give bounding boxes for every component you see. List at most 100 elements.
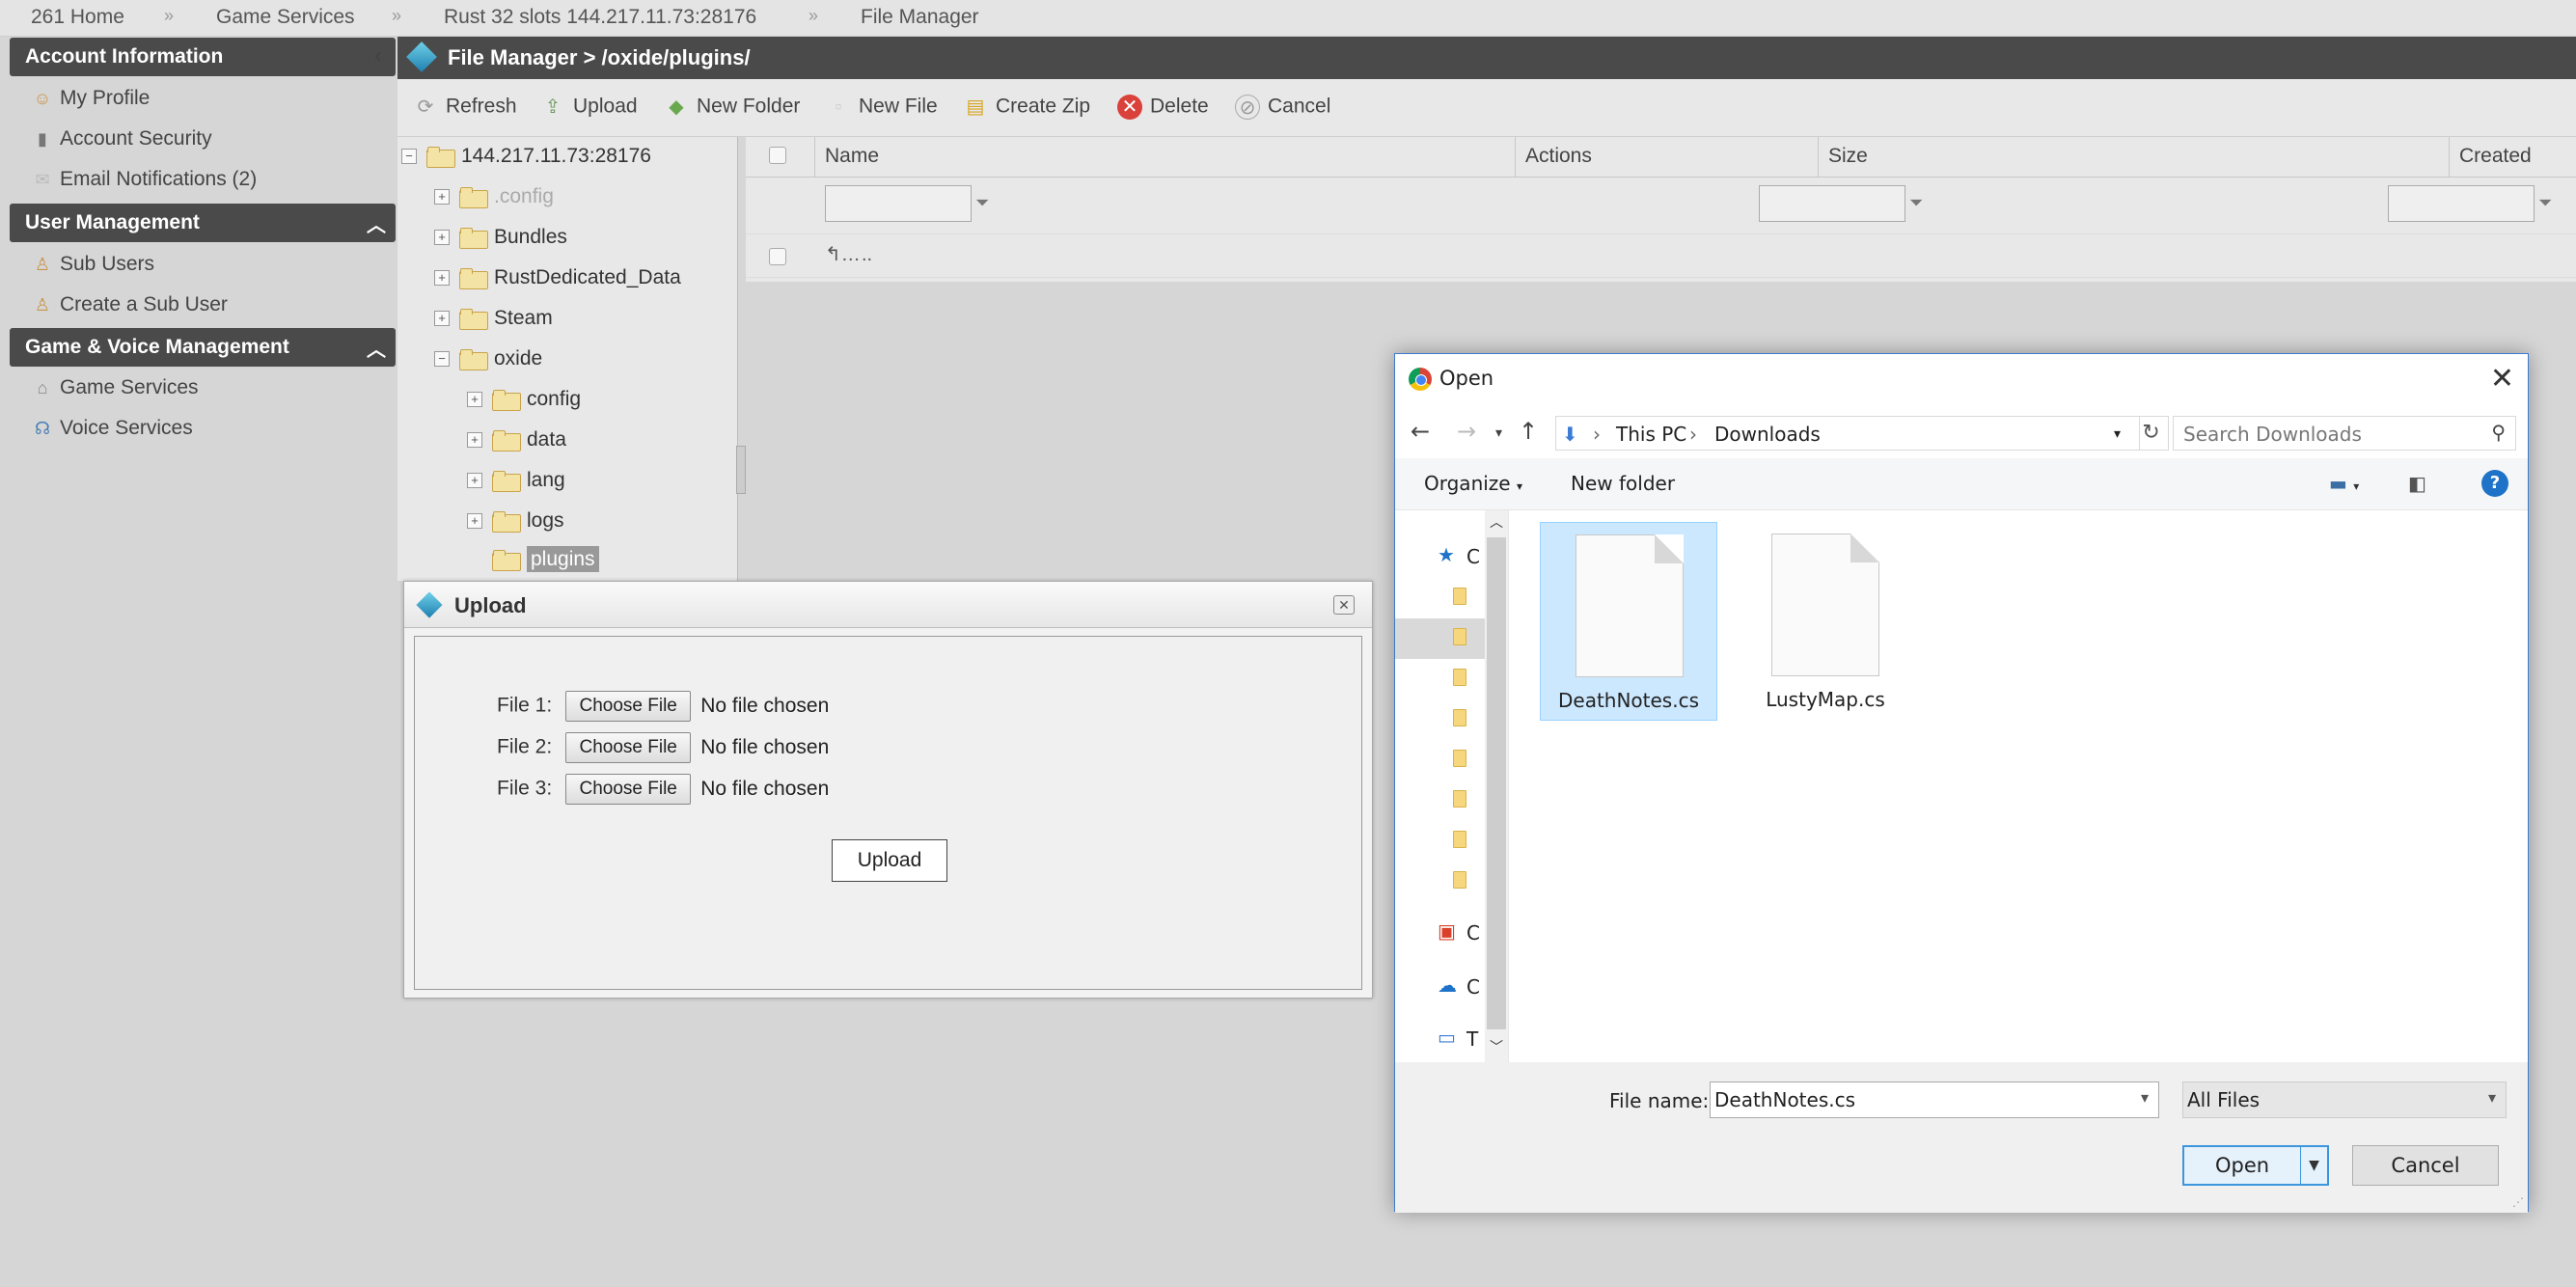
filter-icon[interactable]: ⏷	[975, 193, 989, 213]
star-icon[interactable]: ★	[1438, 543, 1455, 566]
expand-icon[interactable]: +	[434, 230, 450, 246]
nav-item-label[interactable]: C	[1466, 921, 1480, 945]
upload-dialog-header[interactable]: Upload ✕	[404, 582, 1372, 628]
expand-icon[interactable]: +	[434, 189, 450, 205]
nav-scrollbar[interactable]: ︿ ﹀	[1485, 510, 1508, 1062]
sidebar-item-sub-users[interactable]: ♙ Sub Users	[31, 253, 154, 276]
tree-node-root[interactable]: − 144.217.11.73:28176	[401, 145, 651, 169]
path-segment[interactable]: This PC	[1616, 423, 1686, 446]
close-icon[interactable]: ✕	[1333, 595, 1355, 615]
forward-arrow-icon[interactable]: →	[1457, 418, 1476, 445]
tree-node-oxide-plugins[interactable]: plugins	[492, 546, 599, 572]
chevron-up-icon[interactable]: ︿	[367, 209, 386, 237]
sidebar-item-account-security[interactable]: ▮ Account Security	[31, 127, 212, 151]
tree-node-bundles[interactable]: + Bundles	[434, 226, 567, 250]
breadcrumb-server[interactable]: Rust 32 slots 144.217.11.73:28176	[444, 6, 756, 29]
account-info-header[interactable]: Account Information	[10, 38, 396, 76]
column-header-created[interactable]: Created	[2450, 137, 2576, 178]
collapse-sidebar-icon[interactable]: ‹	[374, 42, 382, 69]
this-pc-icon[interactable]: ▭	[1438, 1026, 1456, 1049]
tree-node-config[interactable]: + .config	[434, 185, 554, 209]
collapse-icon[interactable]: −	[434, 351, 450, 368]
expand-icon[interactable]: +	[467, 432, 482, 449]
sidebar-item-my-profile[interactable]: ☺ My Profile	[31, 87, 151, 110]
recent-locations-icon[interactable]: ▾	[1495, 425, 1502, 441]
choose-file-button[interactable]: Choose File	[565, 691, 692, 722]
open-button[interactable]: Open	[2182, 1145, 2302, 1186]
onedrive-icon[interactable]: ☁	[1438, 973, 1457, 997]
sidebar-item-create-sub-user[interactable]: ♙ Create a Sub User	[31, 293, 228, 316]
create-zip-button[interactable]: ▤ Create Zip	[963, 95, 1091, 120]
expand-icon[interactable]: +	[467, 513, 482, 530]
open-options-dropdown[interactable]: ▼	[2300, 1145, 2329, 1186]
nav-item-label[interactable]: T	[1466, 1027, 1478, 1051]
column-header-actions[interactable]: Actions	[1516, 137, 1819, 178]
name-filter-input[interactable]	[825, 185, 972, 222]
expand-icon[interactable]: +	[434, 311, 450, 327]
preview-pane-icon[interactable]: ◧	[2408, 472, 2426, 495]
sidebar-item-voice-services[interactable]: ☊ Voice Services	[31, 417, 193, 440]
expand-icon[interactable]: +	[434, 270, 450, 287]
resize-grip-icon[interactable]: ⋰	[2512, 1195, 2524, 1209]
documents-folder-icon[interactable]	[1453, 669, 1466, 686]
filter-icon[interactable]: ⏷	[1909, 193, 1923, 213]
game-voice-header[interactable]: Game & Voice Management ︿	[10, 328, 396, 367]
close-icon[interactable]: ✕	[2490, 362, 2514, 396]
new-folder-button[interactable]: ◆ New Folder	[664, 95, 800, 120]
scrollbar-thumb[interactable]	[1487, 537, 1506, 1029]
file-type-select[interactable]: All Files ▾	[2182, 1082, 2507, 1118]
file-name-input[interactable]: DeathNotes.cs ▾	[1710, 1082, 2159, 1118]
open-dialog-titlebar[interactable]: Open ✕	[1395, 354, 2528, 406]
scroll-down-icon[interactable]: ﹀	[1490, 1037, 1503, 1056]
help-icon[interactable]: ?	[2481, 470, 2508, 497]
refresh-icon[interactable]: ↻	[2134, 416, 2169, 451]
search-input[interactable]: Search Downloads ⚲	[2173, 416, 2516, 451]
upload-button[interactable]: ⇪ Upload	[540, 95, 638, 120]
folder-icon[interactable]	[1453, 831, 1466, 848]
pictures-folder-icon[interactable]	[1453, 709, 1466, 726]
new-folder-button[interactable]: New folder	[1571, 472, 1675, 495]
filter-icon[interactable]: ⏷	[2538, 193, 2552, 213]
chevron-up-icon[interactable]: ︿	[367, 334, 386, 362]
up-arrow-icon[interactable]: ↑	[1519, 418, 1538, 445]
file-item-deathnotes[interactable]: DeathNotes.cs	[1540, 522, 1717, 721]
creative-cloud-icon[interactable]: ▣	[1438, 919, 1456, 943]
delete-button[interactable]: ✕ Delete	[1117, 95, 1209, 120]
user-management-header[interactable]: User Management ︿	[10, 204, 396, 242]
tree-node-oxide-config[interactable]: + config	[467, 388, 581, 412]
choose-file-button[interactable]: Choose File	[565, 732, 692, 763]
chevron-down-icon[interactable]: ▾	[2114, 426, 2121, 442]
folder-icon[interactable]	[1453, 750, 1466, 767]
new-file-button[interactable]: ▫ New File	[826, 95, 937, 120]
path-segment[interactable]: Downloads	[1714, 423, 1821, 446]
sidebar-item-email-notifications[interactable]: ✉ Email Notifications (2)	[31, 168, 257, 191]
address-bar[interactable]: ⬇ › This PC › Downloads ▾	[1555, 416, 2140, 451]
collapse-icon[interactable]: −	[401, 149, 417, 165]
sidebar-item-game-services[interactable]: ⌂ Game Services	[31, 376, 199, 399]
folder-icon[interactable]	[1453, 588, 1466, 605]
upload-submit-button[interactable]: Upload	[832, 839, 947, 882]
nav-item-label[interactable]: C	[1466, 975, 1480, 999]
downloads-folder-icon[interactable]	[1453, 628, 1466, 645]
tree-node-oxide-logs[interactable]: + logs	[467, 509, 564, 534]
breadcrumb-game-services[interactable]: Game Services	[216, 6, 355, 29]
organize-menu[interactable]: Organize ▾	[1424, 472, 1522, 495]
tree-node-steam[interactable]: + Steam	[434, 307, 553, 331]
table-row[interactable]: ↰… ..	[746, 233, 2576, 278]
tree-node-rustdedicated-data[interactable]: + RustDedicated_Data	[434, 266, 681, 290]
size-filter-input[interactable]	[1759, 185, 1905, 222]
refresh-button[interactable]: ⟳ Refresh	[413, 95, 517, 120]
dialog-cancel-button[interactable]: Cancel	[2352, 1145, 2499, 1186]
select-all-checkbox[interactable]	[769, 147, 786, 164]
column-header-name[interactable]: Name	[815, 137, 1516, 178]
folder-icon[interactable]	[1453, 871, 1466, 889]
chevron-down-icon[interactable]: ▾	[2141, 1088, 2149, 1107]
breadcrumb-home[interactable]: 261 Home	[31, 6, 124, 29]
tree-node-oxide-data[interactable]: + data	[467, 428, 566, 452]
tree-node-oxide-lang[interactable]: + lang	[467, 469, 565, 493]
tree-node-oxide[interactable]: − oxide	[434, 347, 542, 371]
cancel-button[interactable]: ⊘ Cancel	[1235, 95, 1330, 120]
created-filter-input[interactable]	[2388, 185, 2535, 222]
file-item-lustymap[interactable]: LustyMap.cs	[1737, 522, 1914, 721]
folder-icon[interactable]	[1453, 790, 1466, 808]
